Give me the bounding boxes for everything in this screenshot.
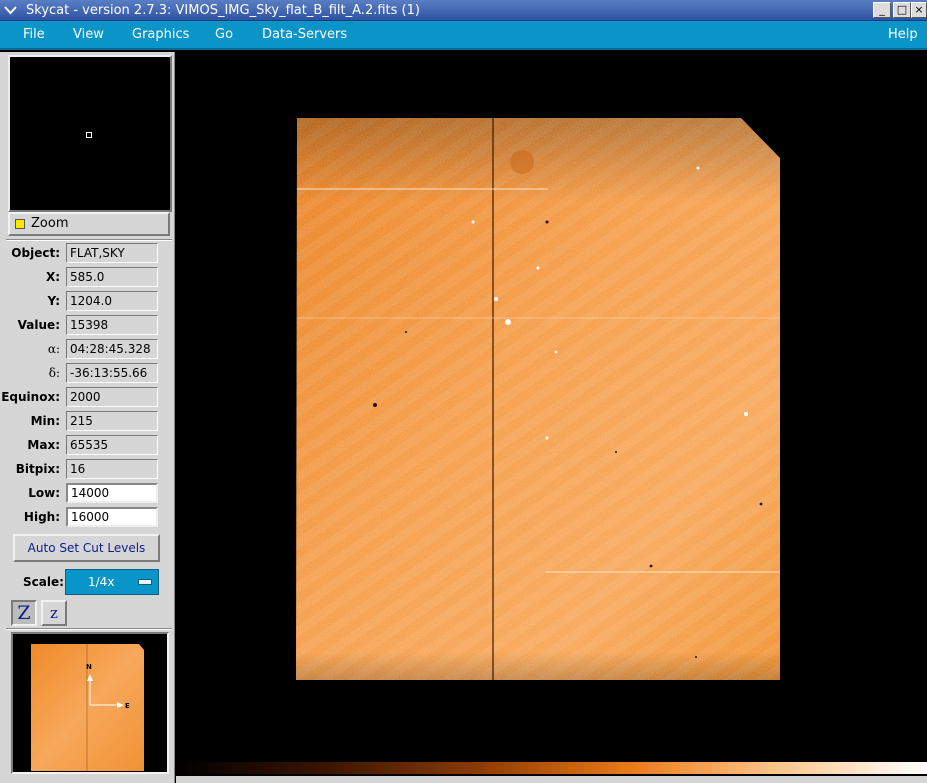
- menu-graphics[interactable]: Graphics: [132, 27, 189, 43]
- low-cut-input[interactable]: 14000: [66, 483, 158, 503]
- zoom-out-button[interactable]: z: [41, 600, 67, 626]
- auto-set-cut-levels-button[interactable]: Auto Set Cut Levels: [13, 534, 160, 562]
- x-value: 585.0: [66, 267, 158, 287]
- horizontal-scrollbar[interactable]: [176, 776, 927, 783]
- dec-value: -36:13:55.66: [66, 363, 158, 383]
- object-label: Object:: [11, 246, 60, 260]
- pan-marker[interactable]: [86, 132, 92, 138]
- menu-bar: File View Graphics Go Data-Servers Help: [0, 21, 927, 50]
- high-cut-input[interactable]: 16000: [66, 507, 158, 527]
- equinox-label: Equinox:: [1, 390, 60, 404]
- ra-label: α:: [47, 342, 60, 356]
- compass-east-label: E: [125, 702, 130, 710]
- zoom-label: Zoom: [31, 216, 69, 231]
- pixel-value: 15398: [66, 315, 158, 335]
- close-button[interactable]: ×: [911, 2, 927, 18]
- low-label: Low:: [28, 486, 60, 500]
- max-value: 65535: [66, 435, 158, 455]
- high-label: High:: [23, 510, 60, 524]
- zoom-toggle-button[interactable]: Zoom: [8, 212, 170, 236]
- chevron-down-icon: [4, 6, 17, 15]
- zoom-in-button[interactable]: Z: [11, 600, 37, 626]
- colormap-gradient[interactable]: [176, 762, 927, 774]
- thumbnail-image: N E: [31, 644, 144, 771]
- x-label: X:: [45, 270, 60, 284]
- menu-go[interactable]: Go: [215, 27, 233, 43]
- thumbnail-panner[interactable]: N E: [11, 632, 169, 774]
- info-row-max: Max: 65535: [0, 434, 175, 456]
- scale-value: 1/4x: [88, 575, 115, 589]
- min-label: Min:: [30, 414, 60, 428]
- object-value: FLAT,SKY: [66, 243, 158, 263]
- info-row-dec: δ: -36:13:55.66: [0, 362, 175, 384]
- maximize-button[interactable]: □: [893, 2, 911, 18]
- info-row-x: X: 585.0: [0, 266, 175, 288]
- image-canvas[interactable]: [176, 52, 927, 759]
- dec-label: δ:: [48, 366, 60, 380]
- info-row-equinox: Equinox: 2000: [0, 386, 175, 408]
- y-label: Y:: [47, 294, 60, 308]
- fits-image: [296, 118, 780, 680]
- info-row-object: Object: FLAT,SKY: [0, 242, 175, 264]
- info-row-bitpix: Bitpix: 16: [0, 458, 175, 480]
- value-label: Value:: [17, 318, 60, 332]
- scale-menu-button[interactable]: 1/4x: [65, 569, 159, 595]
- info-row-high: High: 16000: [0, 506, 175, 528]
- scale-label: Scale:: [23, 575, 64, 589]
- info-row-value: Value: 15398: [0, 314, 175, 336]
- divider: [6, 628, 172, 630]
- menu-help[interactable]: Help: [888, 27, 918, 43]
- bitpix-label: Bitpix:: [15, 462, 60, 476]
- zoom-indicator: [15, 219, 25, 229]
- info-row-y: Y: 1204.0: [0, 290, 175, 312]
- pan-window[interactable]: [8, 55, 172, 212]
- max-label: Max:: [27, 438, 60, 452]
- menu-view[interactable]: View: [73, 27, 104, 43]
- info-row-low: Low: 14000: [0, 482, 175, 504]
- divider: [6, 239, 172, 241]
- title-bar: Skycat - version 2.7.3: VIMOS_IMG_Sky_fl…: [0, 0, 927, 21]
- control-panel: Zoom Object: FLAT,SKY X: 585.0 Y: 1204.0…: [0, 52, 175, 783]
- window-menu-icon[interactable]: [2, 2, 19, 18]
- info-row-ra: α: 04:28:45.328: [0, 338, 175, 360]
- minimize-button[interactable]: _: [873, 2, 891, 18]
- bitpix-value: 16: [66, 459, 158, 479]
- colorbar: [176, 759, 927, 783]
- min-value: 215: [66, 411, 158, 431]
- option-menu-indicator-icon: [138, 579, 152, 585]
- window-title: Skycat - version 2.7.3: VIMOS_IMG_Sky_fl…: [26, 3, 420, 18]
- y-value: 1204.0: [66, 291, 158, 311]
- menu-data-servers[interactable]: Data-Servers: [262, 27, 347, 43]
- equinox-value: 2000: [66, 387, 158, 407]
- menu-file[interactable]: File: [23, 27, 45, 43]
- ra-value: 04:28:45.328: [66, 339, 158, 359]
- info-row-min: Min: 215: [0, 410, 175, 432]
- compass-north-label: N: [86, 663, 92, 671]
